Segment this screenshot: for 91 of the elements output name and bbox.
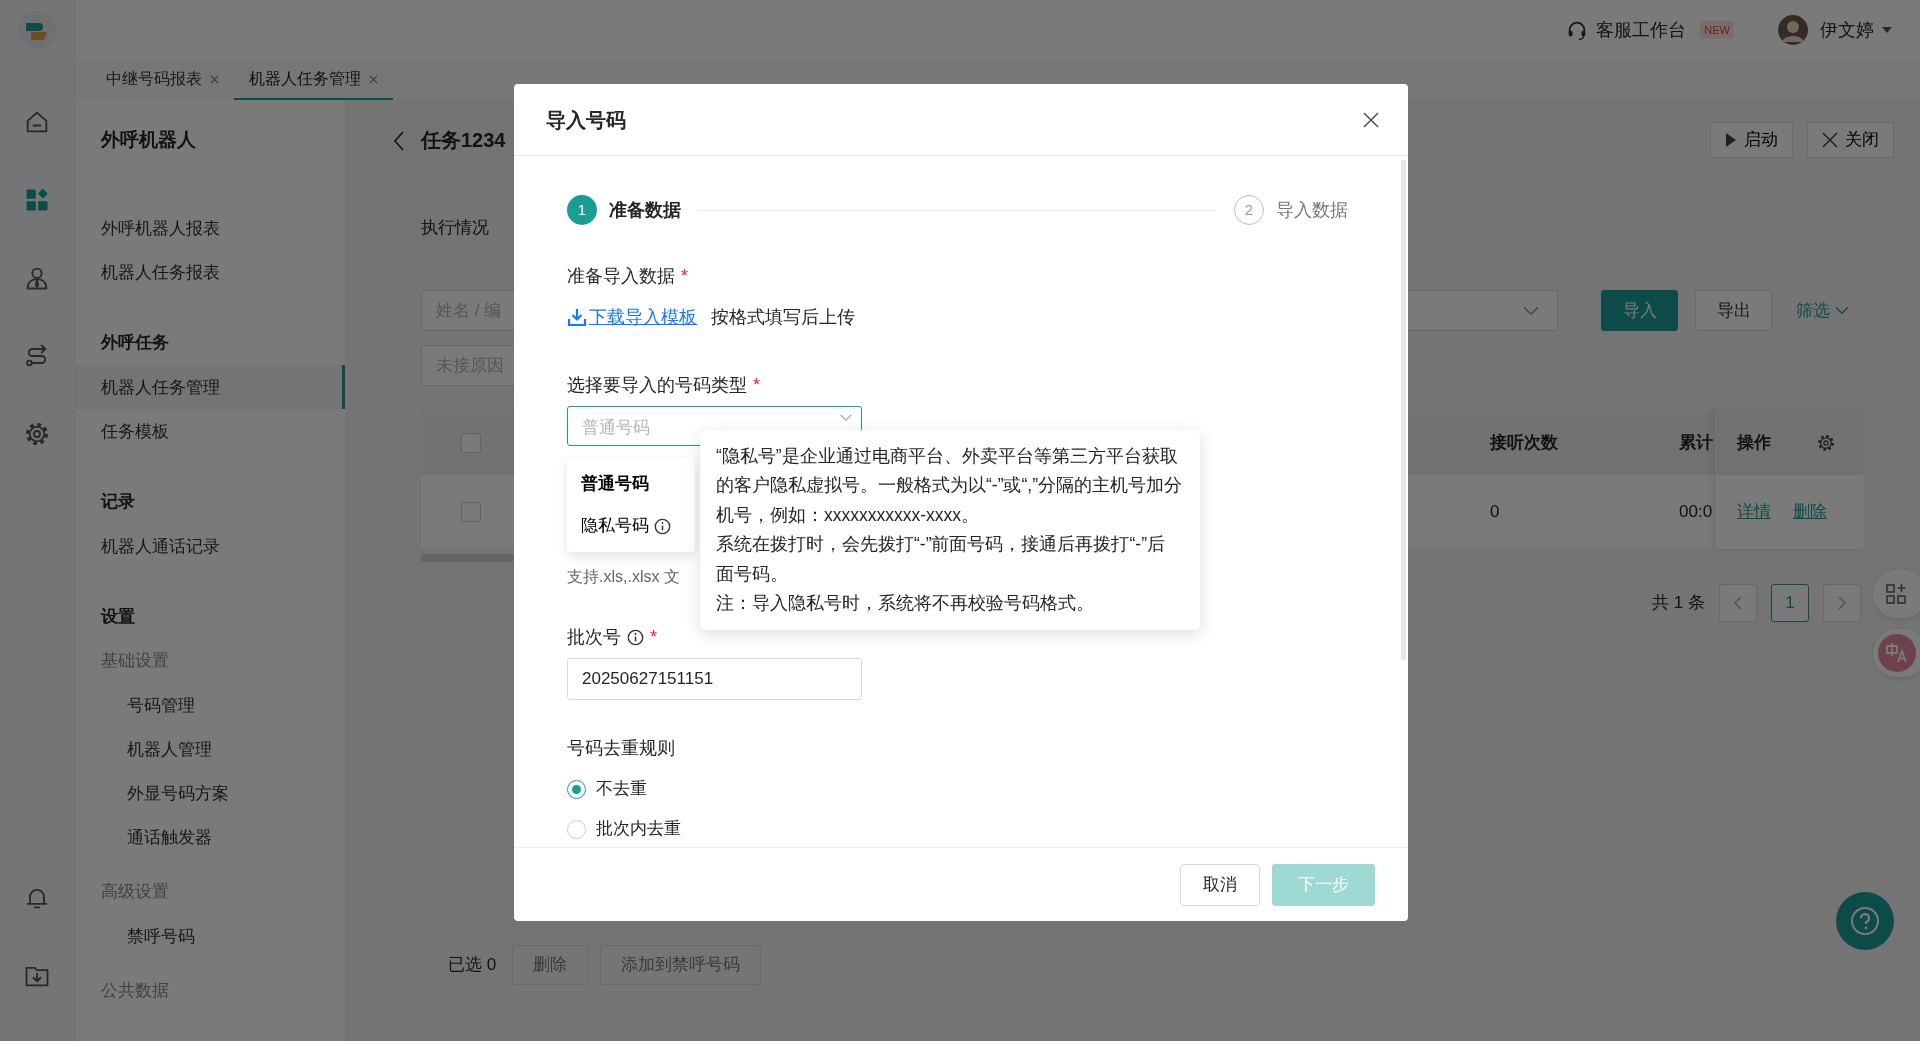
- hint-text: 按格式填写后上传: [711, 305, 855, 329]
- action-link[interactable]: 详情: [1737, 499, 1771, 525]
- step-label: 导入数据: [1276, 198, 1348, 222]
- sidebar-item[interactable]: 机器人管理: [75, 727, 345, 771]
- radio-button[interactable]: [567, 779, 586, 799]
- sidebar-item[interactable]: 机器人任务管理: [75, 365, 345, 409]
- table-cell-text: 00:0: [1679, 501, 1714, 524]
- radio-button[interactable]: [567, 819, 586, 839]
- sidebar-item[interactable]: 号码管理: [75, 683, 345, 727]
- add-apps-icon: [1885, 582, 1909, 606]
- cancel-button[interactable]: 取消: [1180, 863, 1260, 906]
- sidebar-item[interactable]: 任务模板: [75, 409, 345, 453]
- page-title: 任务1234: [421, 128, 507, 153]
- sidebar-section-title: 外呼任务: [100, 332, 170, 354]
- dropdown-option[interactable]: 隐私号码: [567, 505, 695, 547]
- sidebar-group-label: 公共数据: [100, 980, 170, 1002]
- start-button[interactable]: 启动: [1710, 122, 1793, 158]
- step-number: 1: [567, 195, 597, 225]
- chevron-right-icon: [1838, 595, 1846, 610]
- sidebar-item[interactable]: 机器人通话记录: [75, 524, 345, 568]
- field-label: 号码去重规则: [567, 737, 675, 760]
- import-button[interactable]: 导入: [1601, 290, 1678, 331]
- sidebar-item[interactable]: 通话触发器: [75, 815, 345, 859]
- chevron-icon: [1523, 305, 1539, 316]
- chevron-icon: [840, 414, 852, 422]
- selected-count: 已选 0: [448, 954, 497, 977]
- close-icon: [1363, 111, 1379, 128]
- filter-link[interactable]: 筛选: [1796, 290, 1849, 331]
- table-cell-text: 0: [1490, 501, 1501, 524]
- sidebar-group-label: 基础设置: [100, 650, 170, 672]
- user-name[interactable]: 伊文婷: [1820, 16, 1874, 44]
- radio-label: 不去重: [596, 778, 647, 801]
- column-header: 累计: [1679, 431, 1714, 454]
- column-header: 操作: [1737, 431, 1771, 454]
- info-icon[interactable]: [654, 517, 671, 535]
- close-icon[interactable]: [210, 74, 219, 84]
- required-mark: *: [681, 265, 688, 288]
- field-label: 批次号: [567, 626, 621, 649]
- tooltip-text: “隐私号”是企业通过电商平台、外卖平台等第三方平台获取的客户隐私虚拟号。一般格式为以“-”或“,”分隔的主机号加分机号，例如：xxxxxxxxxxx-xxxx。: [716, 445, 1182, 527]
- settings-icon[interactable]: [23, 420, 51, 448]
- workbench-link[interactable]: 客服工作台: [1596, 16, 1687, 44]
- radio-label: 批次内去重: [596, 818, 681, 841]
- avatar-icon[interactable]: [1778, 15, 1808, 45]
- close-button[interactable]: [1363, 111, 1379, 128]
- sidebar-item[interactable]: 外呼机器人报表: [75, 206, 345, 250]
- required-mark: *: [753, 374, 760, 397]
- sidebar-section-title: 设置: [99, 606, 136, 628]
- close-button[interactable]: 关闭: [1807, 122, 1894, 158]
- info-icon[interactable]: [627, 628, 644, 646]
- play-icon: [1725, 133, 1737, 147]
- sidebar-title: 外呼机器人: [99, 128, 197, 152]
- tooltip-text: 注：导入隐私号时，系统将不再校验号码格式。: [716, 592, 1095, 616]
- action-link[interactable]: 删除: [1793, 499, 1827, 525]
- sidebar-section-title: 记录: [99, 491, 136, 513]
- settings-icon[interactable]: [1816, 432, 1836, 453]
- field-label: 选择要导入的号码类型: [567, 374, 747, 397]
- apps-float-button[interactable]: [1873, 570, 1920, 618]
- step-label: 准备数据: [609, 198, 681, 222]
- translate-button[interactable]: [1873, 629, 1920, 677]
- page-button[interactable]: 1: [1771, 583, 1809, 622]
- scrollbar[interactable]: [1401, 160, 1406, 660]
- sidebar-item[interactable]: 机器人任务报表: [75, 250, 345, 294]
- back-icon[interactable]: [393, 130, 405, 151]
- chevron-left-icon: [1734, 595, 1742, 610]
- sidebar-group-label: 高级设置: [100, 881, 170, 903]
- translate-icon: [1878, 634, 1916, 672]
- scrollbar[interactable]: [421, 554, 514, 562]
- section-title: 执行情况: [421, 217, 490, 239]
- question-icon: [1850, 906, 1880, 936]
- chevron-icon: [1835, 306, 1849, 315]
- download-icon: [567, 307, 587, 327]
- dialog-title: 导入号码: [546, 107, 626, 133]
- sidebar-item[interactable]: 禁呼号码: [75, 914, 345, 958]
- download-link[interactable]: 下载导入模板: [567, 303, 697, 331]
- new-badge: NEW: [1700, 20, 1734, 40]
- field-label: 准备导入数据: [567, 265, 675, 288]
- format-note: 支持.xls,.xlsx 文: [567, 567, 680, 587]
- close-icon: [1822, 132, 1838, 148]
- required-mark: *: [650, 626, 657, 649]
- column-header: 接听次数: [1490, 431, 1559, 454]
- close-icon[interactable]: [369, 74, 378, 84]
- total-count: 共 1 条: [1652, 591, 1705, 614]
- caret-icon[interactable]: [1882, 27, 1892, 33]
- export-button[interactable]: 导出: [1695, 290, 1772, 331]
- batch-input[interactable]: 20250627151151: [567, 658, 862, 700]
- help-button[interactable]: [1836, 892, 1894, 950]
- logo-icon: [17, 10, 57, 50]
- tooltip-text: 系统在拨打时，会先拨打“-”前面号码，接通后再拨打“-”后面号码。: [716, 533, 1166, 586]
- dropdown-option[interactable]: 普通号码: [567, 463, 695, 505]
- sidebar-item[interactable]: 外显号码方案: [75, 771, 345, 815]
- tab[interactable]: 中继号码报表: [91, 60, 234, 100]
